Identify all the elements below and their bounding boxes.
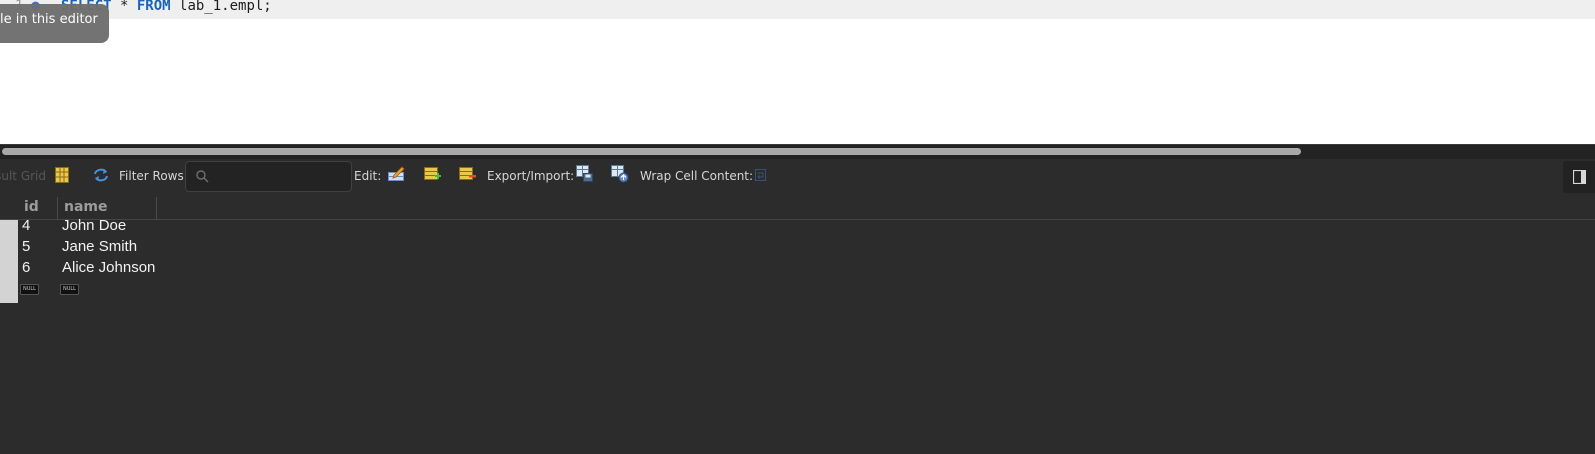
- cell-name[interactable]: Jane Smith: [62, 236, 137, 257]
- cell-id[interactable]: 5: [22, 236, 30, 257]
- filter-rows-label: Filter Rows:: [119, 169, 188, 183]
- cell-name[interactable]: John Doe: [62, 215, 126, 236]
- filter-rows-input[interactable]: [212, 166, 348, 188]
- search-icon: [196, 170, 209, 183]
- result-grid-label[interactable]: Result Grid: [0, 169, 46, 183]
- sidebar-panel-icon: [1573, 170, 1586, 184]
- grid-header: id name: [0, 197, 1595, 220]
- cell-name[interactable]: Alice Johnson: [62, 257, 155, 278]
- import-icon[interactable]: [611, 165, 629, 183]
- export-import-label: Export/Import:: [487, 169, 575, 183]
- horizontal-scrollbar[interactable]: [0, 144, 1595, 160]
- filter-rows-field[interactable]: [185, 161, 352, 192]
- edit-label: Edit:: [354, 169, 382, 183]
- delete-row-icon[interactable]: [459, 166, 477, 182]
- refresh-icon[interactable]: [93, 168, 109, 182]
- wrap-cell-content-icon[interactable]: [755, 169, 766, 181]
- insert-row-icon[interactable]: [424, 166, 442, 182]
- result-grid-icon[interactable]: [55, 167, 69, 183]
- edit-current-row-icon[interactable]: [388, 166, 406, 182]
- sql-editor[interactable]: 1 ● SELECT * FROM lab_1.empl; le in this…: [0, 0, 1595, 144]
- grid-corner: [0, 197, 18, 219]
- scrollbar-thumb[interactable]: [2, 148, 1301, 155]
- null-badge[interactable]: NULL: [60, 284, 79, 295]
- export-icon[interactable]: [576, 165, 594, 183]
- table-reference: lab_1.empl;: [170, 0, 272, 14]
- cell-id[interactable]: 4: [22, 215, 30, 236]
- editor-tooltip: le in this editor: [0, 4, 109, 43]
- tooltip-text: le in this editor: [0, 12, 98, 27]
- result-grid-label-text: Result Grid: [0, 169, 46, 183]
- wrap-cell-content-label: Wrap Cell Content:: [640, 169, 754, 183]
- result-grid[interactable]: id name 4 John Doe 5 Jane Smith 6 Alice …: [0, 197, 1595, 454]
- result-toolbar: Result Grid Filter Rows: Edit:: [0, 159, 1595, 197]
- toggle-sidebar-button[interactable]: [1563, 161, 1595, 193]
- row-selector-gutter[interactable]: [0, 220, 18, 303]
- cell-id[interactable]: 6: [22, 257, 30, 278]
- select-star: *: [111, 0, 137, 14]
- null-badge[interactable]: NULL: [20, 284, 39, 295]
- keyword-from: FROM: [136, 0, 171, 14]
